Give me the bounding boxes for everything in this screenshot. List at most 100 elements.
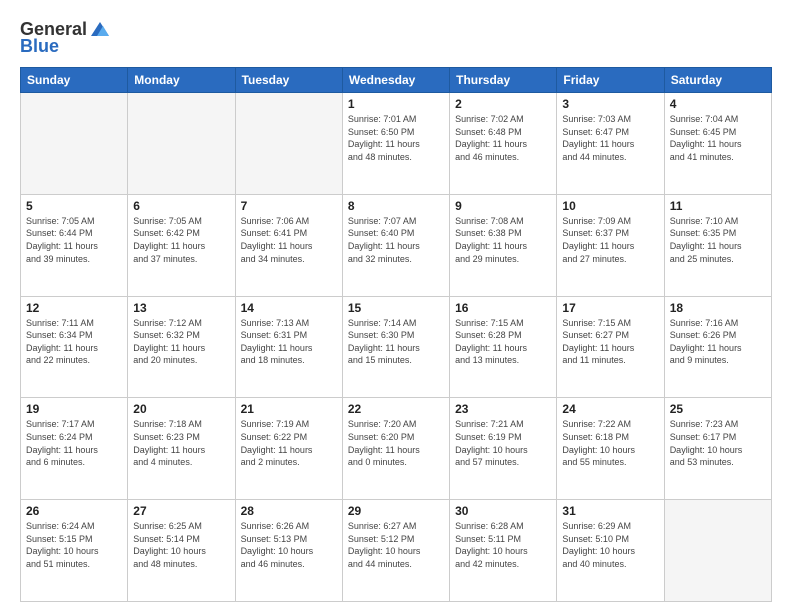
calendar-cell: 5 Sunrise: 7:05 AM Sunset: 6:44 PM Daylig… <box>21 194 128 296</box>
day-number: 10 <box>562 199 658 213</box>
day-info: Sunrise: 7:09 AM Sunset: 6:37 PM Dayligh… <box>562 215 658 265</box>
calendar-table: SundayMondayTuesdayWednesdayThursdayFrid… <box>20 67 772 602</box>
day-info: Sunrise: 7:17 AM Sunset: 6:24 PM Dayligh… <box>26 418 122 468</box>
day-number: 30 <box>455 504 551 518</box>
day-info: Sunrise: 7:12 AM Sunset: 6:32 PM Dayligh… <box>133 317 229 367</box>
day-number: 14 <box>241 301 337 315</box>
day-number: 24 <box>562 402 658 416</box>
day-number: 20 <box>133 402 229 416</box>
day-number: 2 <box>455 97 551 111</box>
logo: General Blue <box>20 18 111 57</box>
day-number: 27 <box>133 504 229 518</box>
day-info: Sunrise: 7:15 AM Sunset: 6:28 PM Dayligh… <box>455 317 551 367</box>
calendar-day-header: Saturday <box>664 68 771 93</box>
calendar-cell: 28 Sunrise: 6:26 AM Sunset: 5:13 PM Dayli… <box>235 500 342 602</box>
calendar-cell: 1Sunrise: 7:01 AM Sunset: 6:50 PM Daylig… <box>342 93 449 195</box>
calendar-cell: 7 Sunrise: 7:06 AM Sunset: 6:41 PM Daylig… <box>235 194 342 296</box>
calendar-week-row: 12 Sunrise: 7:11 AM Sunset: 6:34 PM Dayli… <box>21 296 772 398</box>
day-number: 11 <box>670 199 766 213</box>
calendar-cell <box>128 93 235 195</box>
calendar-cell: 25Sunrise: 7:23 AM Sunset: 6:17 PM Dayli… <box>664 398 771 500</box>
day-number: 28 <box>241 504 337 518</box>
calendar-week-row: 26 Sunrise: 6:24 AM Sunset: 5:15 PM Dayli… <box>21 500 772 602</box>
calendar-cell <box>664 500 771 602</box>
header: General Blue <box>20 18 772 57</box>
calendar-cell: 13Sunrise: 7:12 AM Sunset: 6:32 PM Dayli… <box>128 296 235 398</box>
day-info: Sunrise: 6:27 AM Sunset: 5:12 PM Dayligh… <box>348 520 444 570</box>
calendar-cell: 8Sunrise: 7:07 AM Sunset: 6:40 PM Daylig… <box>342 194 449 296</box>
day-info: Sunrise: 7:05 AM Sunset: 6:42 PM Dayligh… <box>133 215 229 265</box>
day-info: Sunrise: 7:22 AM Sunset: 6:18 PM Dayligh… <box>562 418 658 468</box>
day-number: 25 <box>670 402 766 416</box>
calendar-header-row: SundayMondayTuesdayWednesdayThursdayFrid… <box>21 68 772 93</box>
day-info: Sunrise: 7:10 AM Sunset: 6:35 PM Dayligh… <box>670 215 766 265</box>
calendar-day-header: Monday <box>128 68 235 93</box>
calendar-cell: 14 Sunrise: 7:13 AM Sunset: 6:31 PM Dayli… <box>235 296 342 398</box>
day-number: 18 <box>670 301 766 315</box>
day-info: Sunrise: 7:03 AM Sunset: 6:47 PM Dayligh… <box>562 113 658 163</box>
day-number: 17 <box>562 301 658 315</box>
calendar-week-row: 5 Sunrise: 7:05 AM Sunset: 6:44 PM Daylig… <box>21 194 772 296</box>
calendar-cell: 31 Sunrise: 6:29 AM Sunset: 5:10 PM Dayli… <box>557 500 664 602</box>
day-number: 1 <box>348 97 444 111</box>
calendar-cell: 11 Sunrise: 7:10 AM Sunset: 6:35 PM Dayli… <box>664 194 771 296</box>
day-number: 8 <box>348 199 444 213</box>
calendar-cell: 9Sunrise: 7:08 AM Sunset: 6:38 PM Daylig… <box>450 194 557 296</box>
day-info: Sunrise: 7:08 AM Sunset: 6:38 PM Dayligh… <box>455 215 551 265</box>
calendar-cell <box>21 93 128 195</box>
day-number: 4 <box>670 97 766 111</box>
calendar-cell: 19 Sunrise: 7:17 AM Sunset: 6:24 PM Dayli… <box>21 398 128 500</box>
calendar-cell: 4 Sunrise: 7:04 AM Sunset: 6:45 PM Daylig… <box>664 93 771 195</box>
day-number: 19 <box>26 402 122 416</box>
day-number: 31 <box>562 504 658 518</box>
day-info: Sunrise: 7:02 AM Sunset: 6:48 PM Dayligh… <box>455 113 551 163</box>
day-info: Sunrise: 6:28 AM Sunset: 5:11 PM Dayligh… <box>455 520 551 570</box>
calendar-cell: 21 Sunrise: 7:19 AM Sunset: 6:22 PM Dayli… <box>235 398 342 500</box>
day-number: 5 <box>26 199 122 213</box>
calendar-day-header: Thursday <box>450 68 557 93</box>
calendar-day-header: Sunday <box>21 68 128 93</box>
calendar-week-row: 1Sunrise: 7:01 AM Sunset: 6:50 PM Daylig… <box>21 93 772 195</box>
calendar-cell: 16 Sunrise: 7:15 AM Sunset: 6:28 PM Dayli… <box>450 296 557 398</box>
day-info: Sunrise: 7:11 AM Sunset: 6:34 PM Dayligh… <box>26 317 122 367</box>
calendar-cell: 29Sunrise: 6:27 AM Sunset: 5:12 PM Dayli… <box>342 500 449 602</box>
day-info: Sunrise: 7:19 AM Sunset: 6:22 PM Dayligh… <box>241 418 337 468</box>
calendar-cell: 22Sunrise: 7:20 AM Sunset: 6:20 PM Dayli… <box>342 398 449 500</box>
day-info: Sunrise: 7:06 AM Sunset: 6:41 PM Dayligh… <box>241 215 337 265</box>
logo-icon <box>89 18 111 40</box>
day-info: Sunrise: 7:20 AM Sunset: 6:20 PM Dayligh… <box>348 418 444 468</box>
day-info: Sunrise: 7:21 AM Sunset: 6:19 PM Dayligh… <box>455 418 551 468</box>
calendar-day-header: Friday <box>557 68 664 93</box>
day-info: Sunrise: 7:04 AM Sunset: 6:45 PM Dayligh… <box>670 113 766 163</box>
calendar-cell: 27 Sunrise: 6:25 AM Sunset: 5:14 PM Dayli… <box>128 500 235 602</box>
day-number: 21 <box>241 402 337 416</box>
day-info: Sunrise: 7:15 AM Sunset: 6:27 PM Dayligh… <box>562 317 658 367</box>
day-number: 16 <box>455 301 551 315</box>
calendar-cell: 20 Sunrise: 7:18 AM Sunset: 6:23 PM Dayli… <box>128 398 235 500</box>
day-number: 26 <box>26 504 122 518</box>
day-info: Sunrise: 7:14 AM Sunset: 6:30 PM Dayligh… <box>348 317 444 367</box>
calendar-cell: 17 Sunrise: 7:15 AM Sunset: 6:27 PM Dayli… <box>557 296 664 398</box>
day-number: 7 <box>241 199 337 213</box>
calendar-cell: 30 Sunrise: 6:28 AM Sunset: 5:11 PM Dayli… <box>450 500 557 602</box>
page: General Blue SundayMondayTuesdayWednesda… <box>0 0 792 612</box>
calendar-cell: 15Sunrise: 7:14 AM Sunset: 6:30 PM Dayli… <box>342 296 449 398</box>
calendar-cell: 10 Sunrise: 7:09 AM Sunset: 6:37 PM Dayli… <box>557 194 664 296</box>
calendar-cell: 3 Sunrise: 7:03 AM Sunset: 6:47 PM Daylig… <box>557 93 664 195</box>
day-number: 12 <box>26 301 122 315</box>
day-info: Sunrise: 7:18 AM Sunset: 6:23 PM Dayligh… <box>133 418 229 468</box>
day-number: 23 <box>455 402 551 416</box>
calendar-cell: 2 Sunrise: 7:02 AM Sunset: 6:48 PM Daylig… <box>450 93 557 195</box>
day-info: Sunrise: 7:16 AM Sunset: 6:26 PM Dayligh… <box>670 317 766 367</box>
day-info: Sunrise: 6:29 AM Sunset: 5:10 PM Dayligh… <box>562 520 658 570</box>
day-info: Sunrise: 7:13 AM Sunset: 6:31 PM Dayligh… <box>241 317 337 367</box>
day-info: Sunrise: 6:24 AM Sunset: 5:15 PM Dayligh… <box>26 520 122 570</box>
calendar-cell: 6Sunrise: 7:05 AM Sunset: 6:42 PM Daylig… <box>128 194 235 296</box>
day-info: Sunrise: 6:25 AM Sunset: 5:14 PM Dayligh… <box>133 520 229 570</box>
day-info: Sunrise: 6:26 AM Sunset: 5:13 PM Dayligh… <box>241 520 337 570</box>
calendar-week-row: 19 Sunrise: 7:17 AM Sunset: 6:24 PM Dayli… <box>21 398 772 500</box>
day-info: Sunrise: 7:05 AM Sunset: 6:44 PM Dayligh… <box>26 215 122 265</box>
calendar-cell: 18 Sunrise: 7:16 AM Sunset: 6:26 PM Dayli… <box>664 296 771 398</box>
calendar-cell: 26 Sunrise: 6:24 AM Sunset: 5:15 PM Dayli… <box>21 500 128 602</box>
day-number: 3 <box>562 97 658 111</box>
